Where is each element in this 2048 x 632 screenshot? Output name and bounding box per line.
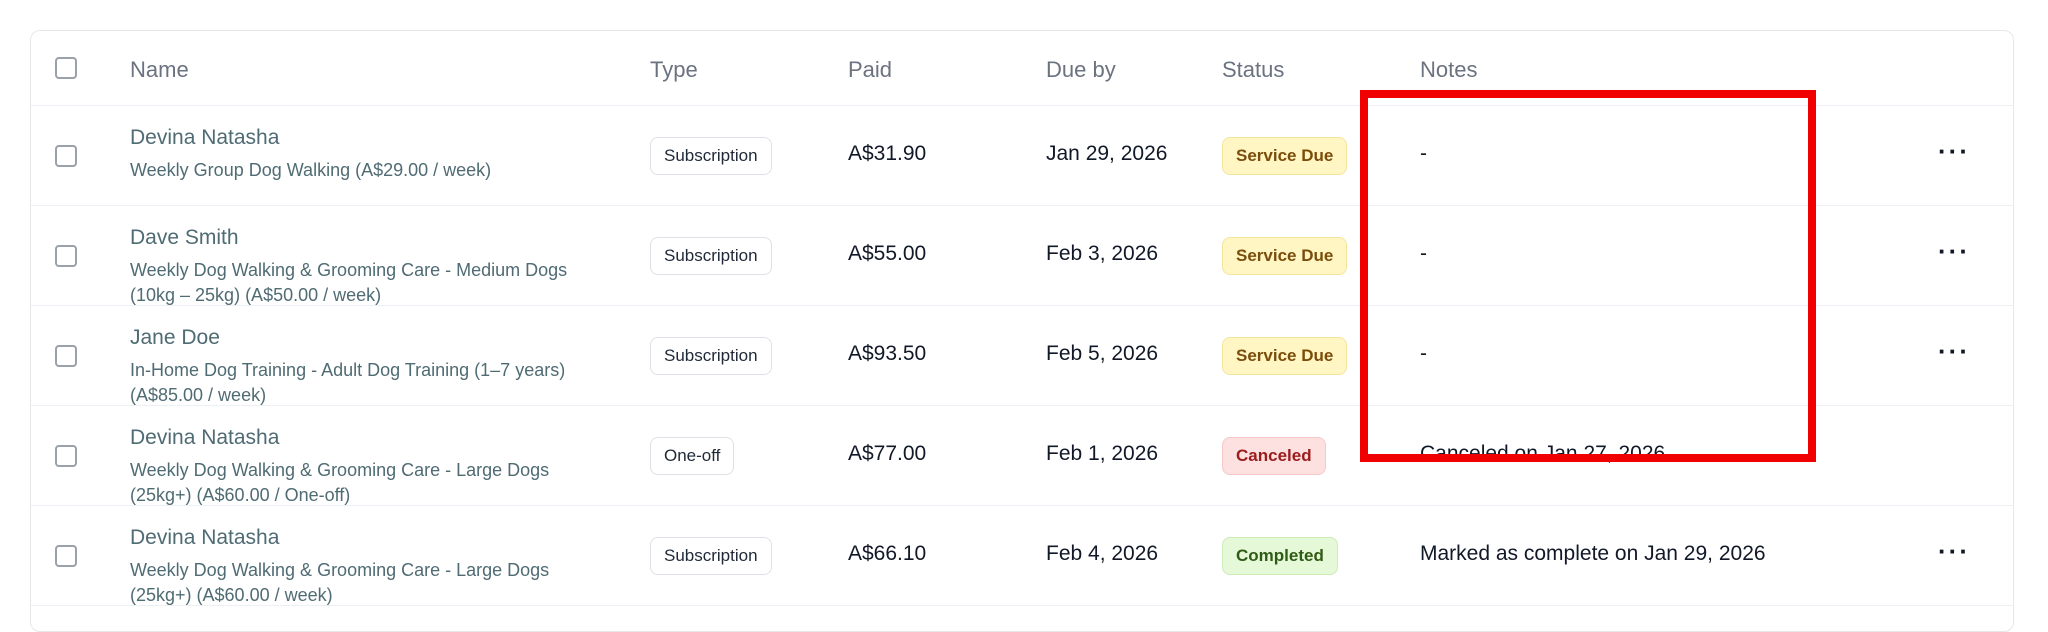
plan-description: Weekly Dog Walking & Grooming Care - Lar… (130, 560, 550, 605)
row-checkbox[interactable] (55, 145, 77, 167)
table-header: Name Type Paid Due by Status Notes (31, 31, 2013, 106)
table-row[interactable]: Devina Natasha Weekly Group Dog Walking … (31, 106, 2013, 206)
notes-text: - (1420, 242, 1427, 265)
plan-description: Weekly Dog Walking & Grooming Care - Lar… (130, 460, 550, 505)
status-badge: Service Due (1222, 237, 1348, 275)
paid-amount: A$77.00 (848, 442, 927, 465)
column-header-status[interactable]: Status (1222, 57, 1284, 83)
type-badge: Subscription (650, 237, 772, 275)
customer-name[interactable]: Jane Doe (130, 326, 220, 350)
more-actions-icon[interactable]: ··· (1930, 136, 1978, 172)
due-date: Feb 3, 2026 (1046, 242, 1159, 265)
table-row[interactable]: Devina Natasha Weekly Dog Walking & Groo… (31, 406, 2013, 506)
table-row[interactable]: Devina Natasha Weekly Dog Walking & Groo… (31, 506, 2013, 606)
column-header-notes[interactable]: Notes (1420, 57, 1477, 83)
plan-description: In-Home Dog Training - Adult Dog Trainin… (130, 360, 566, 405)
paid-amount: A$93.50 (848, 342, 927, 365)
plan-description: Weekly Group Dog Walking (A$29.00 / week… (130, 160, 492, 180)
table-row[interactable]: Jane Doe In-Home Dog Training - Adult Do… (31, 306, 2013, 406)
row-checkbox[interactable] (55, 545, 77, 567)
due-date: Jan 29, 2026 (1046, 142, 1168, 165)
type-badge: Subscription (650, 137, 772, 175)
notes-text: - (1420, 142, 1427, 165)
due-date: Feb 4, 2026 (1046, 542, 1159, 565)
subscriptions-table: Name Type Paid Due by Status Notes Devin… (30, 30, 2014, 632)
customer-name[interactable]: Devina Natasha (130, 526, 279, 550)
customer-name[interactable]: Devina Natasha (130, 126, 279, 150)
column-header-type[interactable]: Type (650, 57, 698, 83)
status-badge: Completed (1222, 537, 1338, 575)
row-checkbox[interactable] (55, 245, 77, 267)
notes-text: - (1420, 342, 1427, 365)
more-actions-icon[interactable]: ··· (1930, 336, 1978, 372)
status-badge: Canceled (1222, 437, 1326, 475)
type-badge: Subscription (650, 537, 772, 575)
column-header-name[interactable]: Name (130, 57, 189, 83)
row-checkbox[interactable] (55, 445, 77, 467)
notes-text: Canceled on Jan 27, 2026 (1420, 442, 1666, 465)
paid-amount: A$31.90 (848, 142, 927, 165)
more-actions-icon[interactable]: ··· (1930, 236, 1978, 272)
status-badge: Service Due (1222, 337, 1348, 375)
type-badge: One-off (650, 437, 735, 475)
customer-name[interactable]: Devina Natasha (130, 426, 279, 450)
type-badge: Subscription (650, 337, 772, 375)
paid-amount: A$55.00 (848, 242, 927, 265)
more-actions-icon[interactable]: ··· (1930, 536, 1978, 572)
table-row[interactable]: Dave Smith Weekly Dog Walking & Grooming… (31, 206, 2013, 306)
status-badge: Service Due (1222, 137, 1348, 175)
due-date: Feb 1, 2026 (1046, 442, 1159, 465)
select-all-checkbox[interactable] (55, 57, 77, 79)
paid-amount: A$66.10 (848, 542, 927, 565)
column-header-due-by[interactable]: Due by (1046, 57, 1116, 83)
row-checkbox[interactable] (55, 345, 77, 367)
customer-name[interactable]: Dave Smith (130, 226, 239, 250)
column-header-paid[interactable]: Paid (848, 57, 892, 83)
plan-description: Weekly Dog Walking & Grooming Care - Med… (130, 260, 568, 305)
due-date: Feb 5, 2026 (1046, 342, 1159, 365)
notes-text: Marked as complete on Jan 29, 2026 (1420, 542, 1766, 565)
